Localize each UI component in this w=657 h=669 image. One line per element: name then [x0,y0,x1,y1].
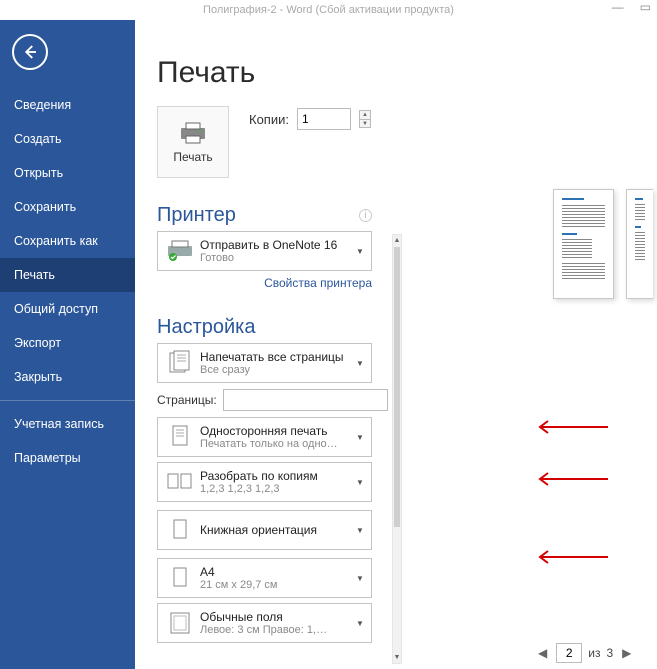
sidebar-item-account[interactable]: Учетная запись [0,407,135,441]
window-controls: — ▭ [612,0,651,14]
page-title: Печать [157,56,657,90]
one-sided-combo[interactable]: Односторонняя печать Печатать только на … [157,417,372,457]
chevron-down-icon: ▼ [353,526,367,535]
margins-icon [164,608,196,638]
title-bar: Полиграфия-2 - Word (Сбой активации прод… [0,0,657,20]
printer-heading: Принтер i [157,204,372,227]
sidebar-item-save[interactable]: Сохранить [0,190,135,224]
sidebar-item-options[interactable]: Параметры [0,441,135,475]
pager-next-button[interactable]: ▶ [619,646,634,660]
pager-total: 3 [606,646,613,660]
print-button-label: Печать [173,150,212,164]
pager-current-input[interactable] [556,643,582,663]
sidebar-item-open[interactable]: Открыть [0,156,135,190]
annotation-arrow [530,550,610,564]
sidebar-item-share[interactable]: Общий доступ [0,292,135,326]
pages-label: Страницы: [157,393,217,407]
back-button[interactable] [12,34,48,70]
collate-icon [164,467,196,497]
pager-of-label: из [588,646,600,660]
sidebar-item-close[interactable]: Закрыть [0,360,135,394]
chevron-down-icon: ▼ [353,478,367,487]
sidebar-item-info[interactable]: Сведения [0,88,135,122]
scroll-thumb[interactable] [394,247,400,527]
pages-input[interactable] [223,389,388,411]
sidebar-item-new[interactable]: Создать [0,122,135,156]
printer-combo[interactable]: Отправить в OneNote 16 Готово ▼ [157,231,372,271]
collate-combo[interactable]: Разобрать по копиям 1,2,3 1,2,3 1,2,3 ▼ [157,462,372,502]
paper-size-combo[interactable]: A4 21 см x 29,7 см ▼ [157,558,372,598]
preview-page-1[interactable] [553,189,614,299]
scroll-down-icon[interactable]: ▼ [393,652,401,662]
printer-status: Готово [200,252,353,264]
print-button[interactable]: Печать [157,106,229,178]
info-icon[interactable]: i [359,209,372,222]
portrait-icon [164,515,196,545]
sidebar-item-export[interactable]: Экспорт [0,326,135,360]
copies-spinner[interactable]: ▲ ▼ [359,110,371,128]
minimize-button[interactable]: — [612,0,624,14]
margins-combo[interactable]: Обычные поля Левое: 3 см Правое: 1,… ▼ [157,603,372,643]
copies-input[interactable] [297,108,351,130]
chevron-down-icon: ▼ [353,433,367,442]
sidebar-item-print[interactable]: Печать [0,258,135,292]
spinner-up-icon[interactable]: ▲ [359,110,371,119]
printer-properties-link[interactable]: Свойства принтера [157,276,372,290]
printer-icon [178,121,208,145]
annotation-arrow [530,420,610,434]
pager-prev-button[interactable]: ◀ [535,646,550,660]
orientation-combo[interactable]: Книжная ориентация ▼ [157,510,372,550]
preview-page-2[interactable] [626,189,653,299]
spinner-down-icon[interactable]: ▼ [359,119,371,128]
chevron-down-icon: ▼ [353,359,367,368]
chevron-down-icon: ▼ [353,574,367,583]
pages-all-icon [164,348,196,378]
main-panel: Печать Печать Копии: ▲ ▼ [135,20,657,669]
printer-name: Отправить в OneNote 16 [200,238,353,252]
printer-ready-icon [164,236,196,266]
sidebar-separator [0,400,135,401]
copies-label: Копии: [249,112,289,127]
chevron-down-icon: ▼ [353,247,367,256]
arrow-left-icon [21,43,39,61]
window-title: Полиграфия-2 - Word (Сбой активации прод… [203,4,454,16]
one-sided-icon [164,422,196,452]
maximize-button[interactable]: ▭ [640,0,651,14]
settings-scrollbar[interactable]: ▲ ▼ [392,234,402,664]
chevron-down-icon: ▼ [353,619,367,628]
annotation-arrow [530,472,610,486]
scroll-up-icon[interactable]: ▲ [393,235,401,245]
settings-heading: Настройка [157,316,372,339]
preview-pager: ◀ из 3 ▶ [535,643,651,663]
backstage-sidebar: Сведения Создать Открыть Сохранить Сохра… [0,20,135,669]
sidebar-item-saveas[interactable]: Сохранить как [0,224,135,258]
print-range-combo[interactable]: Напечатать все страницы Все сразу ▼ [157,343,372,383]
paper-icon [164,563,196,593]
